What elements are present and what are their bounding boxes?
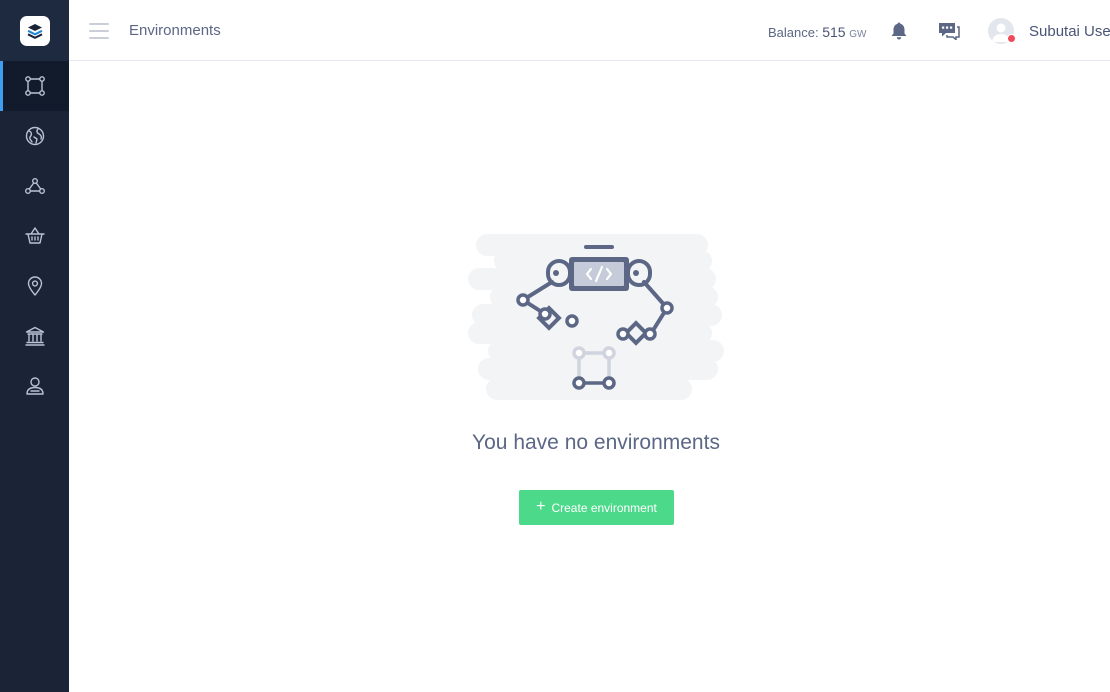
sidebar-item-account[interactable] <box>0 361 69 411</box>
bell-icon[interactable] <box>890 21 908 41</box>
sidebar-item-location[interactable] <box>0 261 69 311</box>
layers-icon <box>27 23 42 39</box>
stack-logo[interactable] <box>19 15 50 46</box>
environments-icon <box>24 76 45 96</box>
sidebar-item-globe[interactable] <box>0 111 69 161</box>
sidebar-item-environments[interactable] <box>0 61 69 111</box>
top-header: Environments Balance: 515 GW Subutai Use… <box>69 0 1110 61</box>
globe-icon <box>25 126 44 146</box>
chat-icon[interactable] <box>938 22 960 40</box>
basket-icon <box>24 227 45 244</box>
create-environment-button[interactable]: + Create environment <box>519 490 674 525</box>
user-account-icon <box>25 377 44 395</box>
balance-unit: GW <box>849 29 867 40</box>
peers-network-icon <box>24 178 45 194</box>
create-environment-label: Create environment <box>551 500 657 515</box>
balance-display: Balance: 515 GW <box>768 24 866 40</box>
location-pin-icon <box>27 276 42 296</box>
logo-area <box>0 0 69 61</box>
user-status-indicator <box>1007 34 1016 43</box>
user-menu[interactable]: Subutai User <box>1029 23 1110 40</box>
sidebar-item-bank[interactable] <box>0 311 69 361</box>
page-title: Environments <box>129 22 221 39</box>
bank-icon <box>24 326 45 346</box>
menu-toggle-icon[interactable] <box>89 22 109 40</box>
sidebar-item-basket[interactable] <box>0 211 69 261</box>
robot-arm-illustration <box>468 234 724 400</box>
sidebar <box>0 0 69 692</box>
empty-state-message: You have no environments <box>472 431 720 454</box>
balance-label: Balance: <box>768 25 819 40</box>
plus-icon: + <box>536 497 546 515</box>
balance-amount: 515 <box>822 24 846 40</box>
sidebar-item-peers[interactable] <box>0 161 69 211</box>
